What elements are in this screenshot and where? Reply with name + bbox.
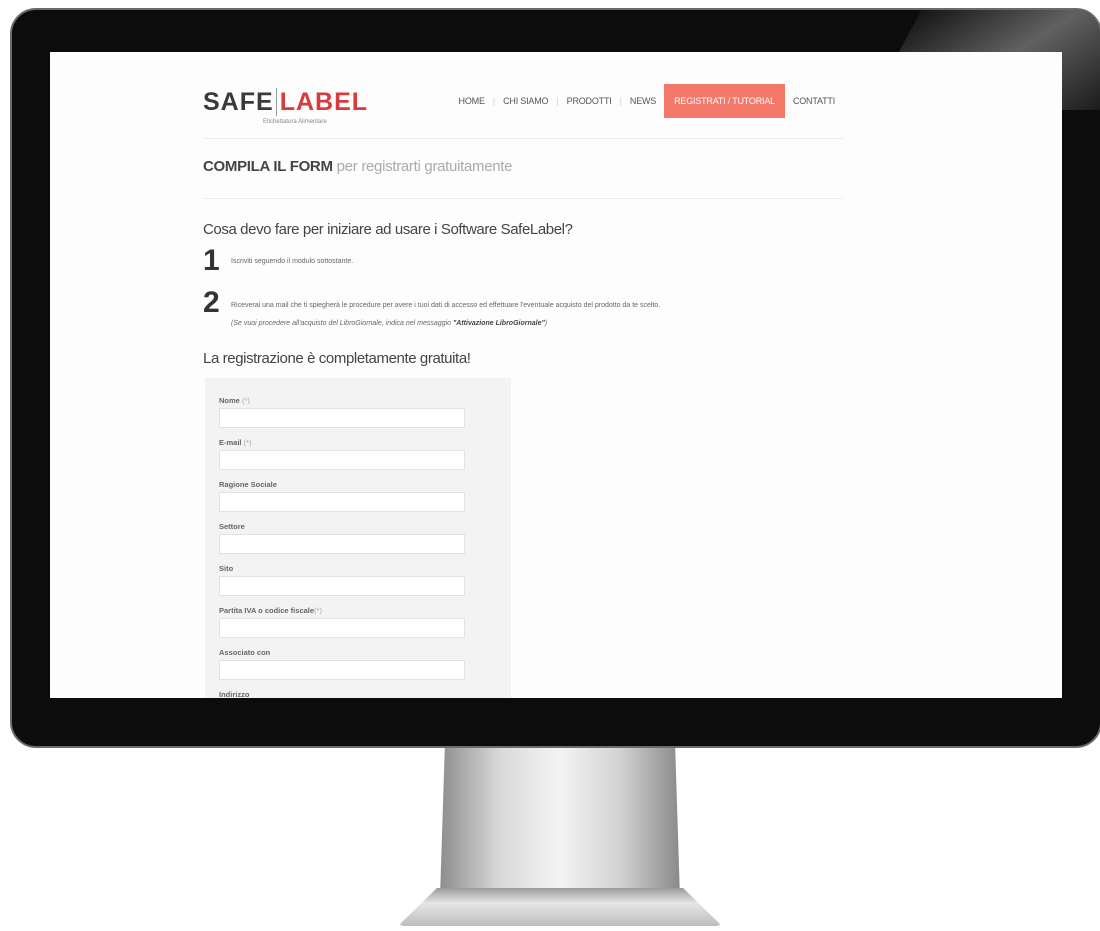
nav-registrati-tutorial[interactable]: REGISTRATI / TUTORIAL — [664, 84, 785, 118]
nome-input[interactable] — [219, 408, 465, 428]
field-label-text: Nome — [219, 396, 240, 405]
step-text: Iscriviti seguendo il modulo sottostante… — [231, 258, 354, 265]
associato-con-input[interactable] — [219, 660, 465, 680]
step-note-suffix: ) — [544, 320, 548, 327]
nav-contatti[interactable]: CONTATTI — [785, 96, 843, 106]
step-number: 2 — [203, 286, 220, 319]
logo-safe: SAFE — [203, 88, 274, 116]
field-label: E-mail (*) — [219, 438, 467, 447]
field-label: Settore — [219, 522, 245, 531]
field-label: Partita IVA o codice fiscale(*) — [219, 606, 467, 615]
field-label: Nome (*) — [219, 396, 467, 405]
field-indirizzo: Indirizzo — [219, 690, 467, 698]
email-input[interactable] — [219, 450, 465, 470]
monitor-stand-neck — [440, 748, 680, 898]
logo-label: LABEL — [275, 88, 369, 116]
logo-tagline: Etichettatura Alimentare — [263, 119, 327, 125]
settore-input[interactable] — [219, 534, 465, 554]
divider — [203, 198, 843, 199]
registration-form: Nome (*) E-mail (*) Ragione Sociale Sett… — [205, 378, 511, 698]
field-email: E-mail (*) — [219, 438, 467, 470]
site-logo[interactable]: SAFE LABEL — [203, 88, 369, 117]
page-title: COMPILA IL FORM per registrarti gratuitam… — [203, 158, 513, 175]
monitor-screen: SAFE LABEL Etichettatura Alimentare HOME … — [50, 52, 1062, 698]
partita-iva-input[interactable] — [219, 618, 465, 638]
page-title-bold: COMPILA IL FORM — [203, 158, 333, 175]
step-note: (Se vuoi procedere all'acquisto del Libr… — [231, 320, 547, 327]
divider — [203, 138, 843, 139]
step-note-bold: "Attivazione LibroGiornale" — [452, 320, 545, 327]
field-partita-iva: Partita IVA o codice fiscale(*) — [219, 606, 467, 638]
field-label-text: E-mail — [219, 438, 242, 447]
nav-prodotti[interactable]: PRODOTTI — [559, 96, 620, 106]
field-associato-con: Associato con — [219, 648, 467, 680]
nav-chi-siamo[interactable]: CHI SIAMO — [495, 96, 556, 106]
intro-question: Cosa devo fare per iniziare ad usare i S… — [203, 221, 573, 238]
field-sito: Sito — [219, 564, 467, 596]
step-note-prefix: (Se vuoi procedere all'acquisto del Libr… — [231, 320, 453, 327]
required-mark: (*) — [314, 606, 322, 615]
field-ragione-sociale: Ragione Sociale — [219, 480, 467, 512]
required-mark: (*) — [243, 438, 252, 447]
free-registration-heading: La registrazione è completamente gratuit… — [203, 350, 471, 367]
nav-news[interactable]: NEWS — [622, 96, 664, 106]
sito-input[interactable] — [219, 576, 465, 596]
field-label: Ragione Sociale — [219, 480, 277, 489]
field-label: Sito — [219, 564, 234, 573]
required-mark: (*) — [241, 396, 250, 405]
monitor-bezel: SAFE LABEL Etichettatura Alimentare HOME … — [10, 8, 1100, 748]
ragione-sociale-input[interactable] — [219, 492, 465, 512]
site-header: SAFE LABEL Etichettatura Alimentare HOME … — [203, 82, 843, 142]
main-nav: HOME | CHI SIAMO | PRODOTTI | NEWS REGIS… — [451, 84, 843, 118]
field-nome: Nome (*) — [219, 396, 467, 428]
page-title-light: per registrarti gratuitamente — [336, 158, 513, 175]
field-label: Associato con — [219, 648, 271, 657]
field-label-text: Partita IVA o codice fiscale — [219, 606, 315, 615]
field-label: Indirizzo — [219, 690, 250, 698]
step-number: 1 — [203, 244, 220, 277]
step-text: Riceverai una mail che ti spiegherà le p… — [231, 302, 661, 309]
field-settore: Settore — [219, 522, 467, 554]
monitor-stand-base — [398, 888, 722, 926]
nav-home[interactable]: HOME — [451, 96, 493, 106]
